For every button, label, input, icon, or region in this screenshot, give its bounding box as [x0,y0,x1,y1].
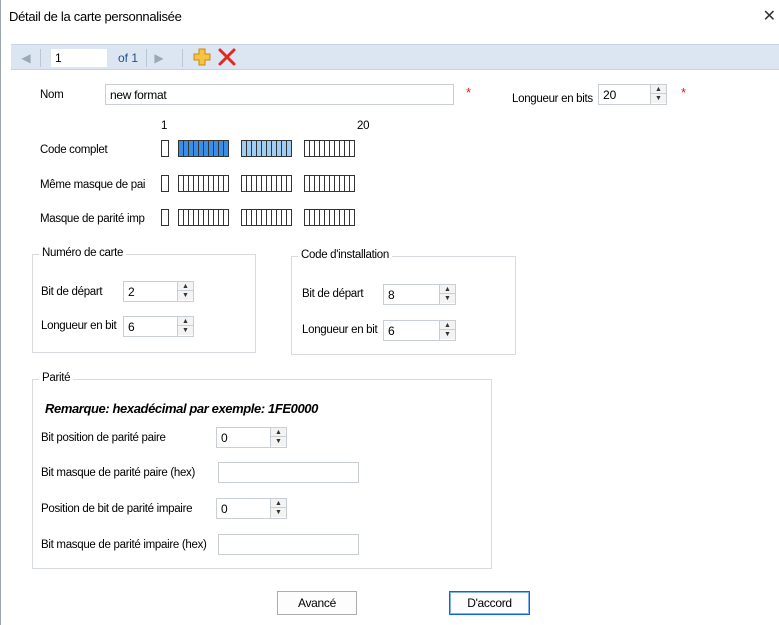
bit-group [304,175,355,192]
bit-cell [286,175,292,192]
facility-start-bit-label: Bit de départ [302,288,364,300]
odd-parity-position-label: Position de bit de parité impaire [41,503,193,515]
ok-button[interactable]: D'accord [449,591,530,615]
spin-down-icon[interactable]: ▼ [651,94,666,103]
card-start-bit-label: Bit de départ [41,286,103,298]
length-bits-label: Longueur en bits [512,93,593,105]
facility-length-label: Longueur en bit [302,324,378,336]
even-parity-position-stepper[interactable]: 0 ▲ ▼ [216,427,287,448]
odd-parity-mask-field[interactable] [218,534,359,555]
stepper-buttons[interactable]: ▲ ▼ [177,317,193,336]
facility-length-stepper[interactable]: 6 ▲ ▼ [383,320,456,341]
even-parity-position-value: 0 [221,431,228,445]
spin-up-icon[interactable]: ▲ [178,282,193,291]
full-code-label: Code complet [40,144,108,156]
spin-down-icon[interactable]: ▼ [178,291,193,300]
facility-start-bit-value: 8 [388,288,395,302]
bit-cell [349,175,355,192]
bit-cell [161,175,169,192]
odd-parity-position-stepper[interactable]: 0 ▲ ▼ [216,498,287,519]
spin-down-icon[interactable]: ▼ [440,330,455,339]
spin-up-icon[interactable]: ▲ [271,428,286,437]
delete-x-icon[interactable] [217,47,237,67]
card-start-bit-stepper[interactable]: 2 ▲ ▼ [123,281,194,302]
card-length-label: Longueur en bit [41,320,117,332]
close-icon[interactable]: ✕ [763,6,776,26]
card-number-title: Numéro de carte [39,247,127,259]
bit-cell [223,209,229,226]
bit-end-index: 20 [357,120,370,132]
card-length-stepper[interactable]: 6 ▲ ▼ [123,316,194,337]
parity-title: Parité [39,372,74,384]
bit-cell [161,209,169,226]
odd-mask-label: Masque de parité imp [40,213,145,225]
stepper-buttons[interactable]: ▲ ▼ [439,285,455,304]
spin-up-icon[interactable]: ▲ [178,317,193,326]
bit-start-index: 1 [161,120,168,132]
bit-group [241,140,292,157]
card-start-bit-value: 2 [128,285,135,299]
spin-up-icon[interactable]: ▲ [440,285,455,294]
custom-card-dialog: Détail de la carte personnalisée ✕ ◀ 1 o… [0,0,779,625]
stepper-buttons[interactable]: ▲ ▼ [650,85,666,104]
bit-group [178,175,229,192]
bit-cell [161,140,169,157]
add-plus-icon[interactable] [193,47,211,67]
facility-start-bit-stepper[interactable]: 8 ▲ ▼ [383,284,456,305]
stepper-buttons[interactable]: ▲ ▼ [177,282,193,301]
odd-parity-position-value: 0 [221,502,228,516]
page-number-input[interactable]: 1 [50,48,108,68]
spin-up-icon[interactable]: ▲ [271,499,286,508]
length-bits-stepper[interactable]: 20 ▲ ▼ [598,84,667,105]
toolbar-separator [182,49,183,67]
even-parity-mask-label: Bit masque de parité paire (hex) [41,467,196,479]
window-title: Détail de la carte personnalisée [9,9,182,24]
bit-cell [223,175,229,192]
next-arrow-icon[interactable]: ▶ [152,50,166,66]
advanced-button[interactable]: Avancé [277,591,357,615]
even-mask-label: Même masque de pai [40,179,146,191]
spin-down-icon[interactable]: ▼ [178,326,193,335]
even-parity-position-label: Bit position de parité paire [41,432,166,444]
required-marker: * [466,85,472,100]
name-label: Nom [40,89,64,101]
stepper-buttons[interactable]: ▲ ▼ [270,499,286,518]
name-field[interactable]: new format [105,84,454,105]
card-number-group: Numéro de carte [32,247,256,353]
bit-group [241,175,292,192]
facility-code-title: Code d'installation [298,249,392,261]
bit-cell [286,140,292,157]
hex-example-note: Remarque: hexadécimal par exemple: 1FE00… [45,401,318,416]
bit-cell [349,209,355,226]
bit-group [304,140,355,157]
required-marker: * [681,85,687,100]
even-parity-mask-field[interactable] [218,462,359,483]
length-bits-value: 20 [603,88,617,102]
stepper-buttons[interactable]: ▲ ▼ [439,321,455,340]
spin-up-icon[interactable]: ▲ [651,85,666,94]
toolbar-separator [40,49,41,67]
prev-arrow-icon[interactable]: ◀ [19,50,33,66]
facility-length-value: 6 [388,324,395,338]
spin-down-icon[interactable]: ▼ [271,508,286,517]
spin-up-icon[interactable]: ▲ [440,321,455,330]
bit-group [241,209,292,226]
bit-cell [223,140,229,157]
card-length-value: 6 [128,320,135,334]
page-count-label: of 1 [118,51,139,65]
bit-cell [349,140,355,157]
toolbar-separator [146,49,147,67]
record-navigator: ◀ 1 of 1 ▶ [11,44,779,70]
odd-parity-mask-label: Bit masque de parité impaire (hex) [41,539,207,551]
bit-group [178,140,229,157]
spin-down-icon[interactable]: ▼ [271,437,286,446]
bit-group [178,209,229,226]
stepper-buttons[interactable]: ▲ ▼ [270,428,286,447]
bit-group [304,209,355,226]
title-bar: Détail de la carte personnalisée ✕ [1,0,779,30]
bit-cell [286,209,292,226]
spin-down-icon[interactable]: ▼ [440,294,455,303]
